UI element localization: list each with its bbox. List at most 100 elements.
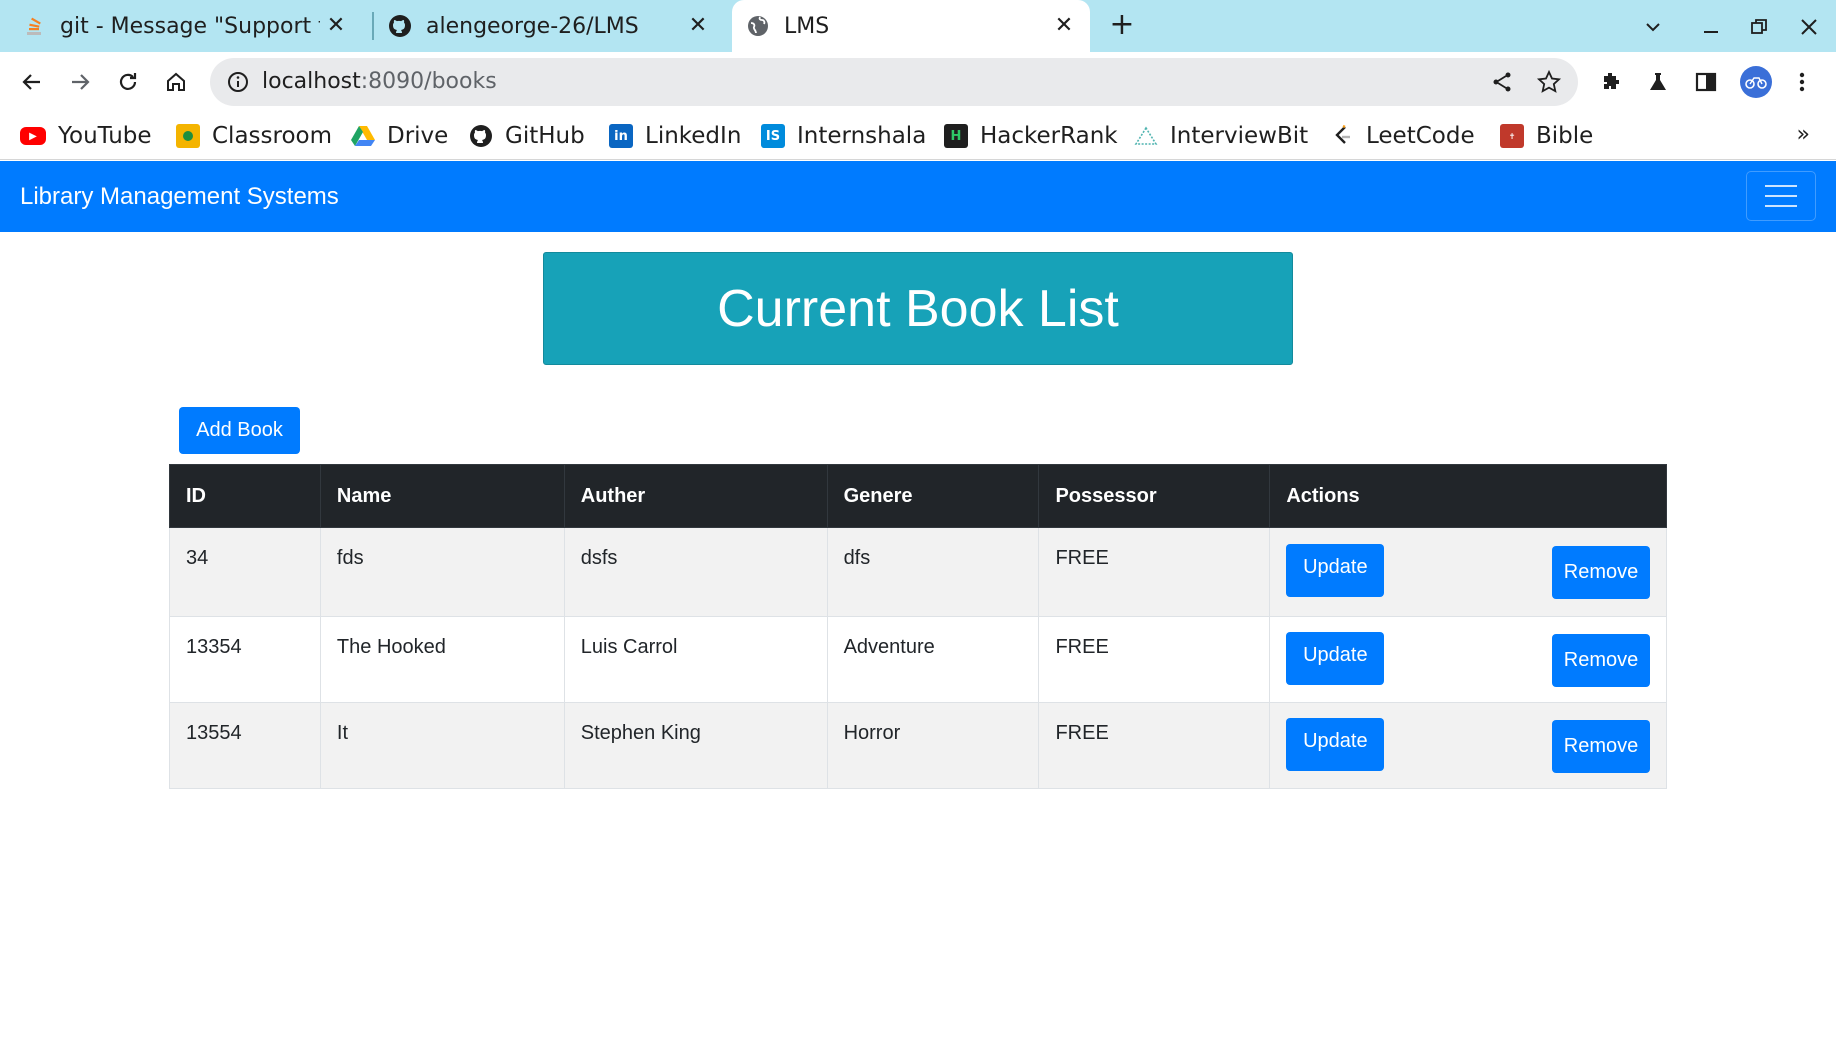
cell-author: Stephen King: [563, 702, 828, 789]
side-panel-icon[interactable]: [1690, 66, 1722, 98]
app-navbar: Library Management Systems: [0, 161, 1836, 232]
close-tab-icon[interactable]: ✕: [324, 14, 348, 38]
labs-flask-icon[interactable]: [1642, 66, 1674, 98]
bookmarks-bar: ▶ YouTube Classroom Drive GitHub in Link…: [0, 112, 1836, 160]
classroom-icon: [176, 124, 200, 148]
navbar-brand[interactable]: Library Management Systems: [20, 161, 339, 232]
menu-kebab-icon[interactable]: [1786, 66, 1818, 98]
back-icon[interactable]: [12, 62, 52, 102]
bookmark-bible[interactable]: ✝ Bible: [1500, 120, 1593, 152]
bookmark-interviewbit[interactable]: InterviewBit: [1134, 120, 1308, 152]
column-header-genre: Genere: [826, 464, 1040, 528]
reload-icon[interactable]: [108, 62, 148, 102]
new-tab-button[interactable]: +: [1106, 10, 1138, 42]
column-header-id: ID: [169, 464, 321, 528]
bookmark-linkedin[interactable]: in LinkedIn: [609, 120, 741, 152]
cell-actions: Update Remove: [1269, 527, 1667, 617]
cell-name: fds: [319, 527, 565, 617]
youtube-icon: ▶: [20, 127, 46, 145]
restore-icon[interactable]: [1744, 12, 1774, 42]
bookmark-drive[interactable]: Drive: [351, 120, 448, 152]
minimize-icon[interactable]: [1696, 12, 1726, 42]
leetcode-icon: [1330, 124, 1354, 148]
cell-author: Luis Carrol: [563, 616, 828, 703]
navbar-toggler-hamburger-icon[interactable]: [1746, 171, 1816, 221]
cell-genre: Adventure: [826, 616, 1040, 703]
home-icon[interactable]: [156, 62, 196, 102]
tab-search-icon[interactable]: [1638, 12, 1668, 42]
table-row: 34 fds dsfs dfs FREE Update Remove: [169, 527, 1667, 617]
bookmark-label: InterviewBit: [1170, 123, 1309, 149]
tab-lms[interactable]: LMS ✕: [732, 0, 1090, 52]
browser-tab-strip: git - Message "Support f ✕ alengeorge-26…: [0, 0, 1836, 52]
bookmark-star-icon[interactable]: [1536, 69, 1562, 95]
tab-github[interactable]: alengeorge-26/LMS ✕: [388, 0, 724, 52]
cell-possessor: FREE: [1038, 702, 1271, 789]
more-bookmarks-chevron-icon[interactable]: »: [1797, 122, 1810, 147]
table-row: 13354 The Hooked Luis Carrol Adventure F…: [169, 616, 1667, 703]
cell-name: It: [319, 702, 565, 789]
browser-toolbar: localhost:8090/books: [0, 52, 1836, 112]
remove-button[interactable]: Remove: [1552, 634, 1650, 687]
tab-title: git - Message "Support f: [60, 13, 320, 39]
bookmark-label: Bible: [1536, 123, 1594, 149]
site-info-icon[interactable]: [226, 70, 250, 94]
github-icon: [388, 14, 412, 38]
cell-name: The Hooked: [319, 616, 565, 703]
globe-icon: [746, 14, 770, 38]
forward-icon[interactable]: [60, 62, 100, 102]
column-header-possessor: Possessor: [1038, 464, 1271, 528]
bookmark-leetcode[interactable]: LeetCode: [1330, 120, 1475, 152]
tab-title: alengeorge-26/LMS: [426, 13, 639, 39]
close-window-icon[interactable]: [1794, 12, 1824, 42]
cell-possessor: FREE: [1038, 527, 1271, 617]
update-button[interactable]: Update: [1286, 544, 1385, 597]
github-icon: [469, 124, 493, 148]
bible-icon: ✝: [1500, 124, 1524, 148]
tab-separator: [372, 12, 374, 40]
drive-icon: [351, 124, 375, 148]
url-path: :8090/books: [360, 69, 497, 94]
update-button[interactable]: Update: [1286, 718, 1385, 771]
cell-genre: Horror: [826, 702, 1040, 789]
tab-title: LMS: [784, 13, 830, 39]
column-header-name: Name: [319, 464, 565, 528]
bookmark-internshala[interactable]: IS Internshala: [761, 120, 926, 152]
extensions-icon[interactable]: [1594, 66, 1626, 98]
internshala-icon: IS: [761, 124, 785, 148]
cell-id: 34: [169, 527, 321, 617]
bookmark-label: YouTube: [58, 123, 152, 149]
profile-avatar-icon[interactable]: [1740, 66, 1772, 98]
books-table: ID Name Auther Genere Possessor Actions …: [169, 464, 1667, 789]
remove-button[interactable]: Remove: [1552, 720, 1650, 773]
add-book-button[interactable]: Add Book: [179, 407, 300, 454]
close-tab-icon[interactable]: ✕: [1052, 14, 1076, 38]
table-row: 13554 It Stephen King Horror FREE Update…: [169, 702, 1667, 789]
table-header-row: ID Name Auther Genere Possessor Actions: [169, 464, 1667, 528]
column-header-actions: Actions: [1269, 464, 1667, 528]
cell-actions: Update Remove: [1269, 616, 1667, 703]
cell-genre: dfs: [826, 527, 1040, 617]
cell-actions: Update Remove: [1269, 702, 1667, 789]
hackerrank-icon: H: [944, 124, 968, 148]
stackoverflow-icon: [22, 14, 46, 38]
bookmark-label: HackerRank: [980, 123, 1118, 149]
address-url: localhost:8090/books: [262, 58, 497, 106]
remove-button[interactable]: Remove: [1552, 546, 1650, 599]
tab-stackoverflow[interactable]: git - Message "Support f ✕: [22, 0, 362, 52]
close-tab-icon[interactable]: ✕: [686, 14, 710, 38]
cell-id: 13354: [169, 616, 321, 703]
bookmark-github[interactable]: GitHub: [469, 120, 585, 152]
url-host: localhost: [262, 69, 361, 94]
cell-author: dsfs: [563, 527, 828, 617]
page-title: Current Book List: [543, 252, 1293, 365]
update-button[interactable]: Update: [1286, 632, 1385, 685]
bookmark-label: Internshala: [797, 123, 927, 149]
share-icon[interactable]: [1490, 70, 1514, 94]
address-bar[interactable]: localhost:8090/books: [210, 58, 1578, 106]
cell-id: 13554: [169, 702, 321, 789]
cell-possessor: FREE: [1038, 616, 1271, 703]
bookmark-classroom[interactable]: Classroom: [176, 120, 332, 152]
bookmark-youtube[interactable]: ▶ YouTube: [20, 120, 152, 152]
bookmark-hackerrank[interactable]: H HackerRank: [944, 120, 1118, 152]
